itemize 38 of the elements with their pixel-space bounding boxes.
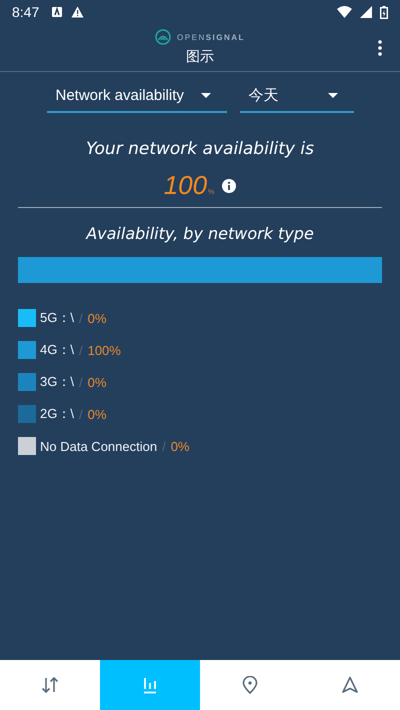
logo-text: OPENSIGNAL <box>177 32 245 42</box>
legend-label: 2G：\ <box>40 405 74 423</box>
legend-label: 5G：\ <box>40 309 74 327</box>
legend-label: 4G：\ <box>40 341 74 359</box>
wifi-icon <box>337 6 352 18</box>
bar-chart-icon <box>142 676 158 694</box>
navigation-arrow-icon <box>341 676 359 694</box>
legend-value: 0% <box>88 374 106 390</box>
info-icon[interactable] <box>222 179 236 193</box>
legend-label: No Data Connection <box>40 438 158 454</box>
legend-value: 100% <box>88 342 121 358</box>
notification-icon <box>51 6 64 18</box>
caret-icon <box>200 92 210 98</box>
status-time: 8:47 <box>12 4 40 20</box>
summary-heading: Your network availability is <box>85 139 315 159</box>
breakdown-heading: Availability, by network type <box>84 224 315 243</box>
battery-icon <box>380 6 388 18</box>
screen-title: 图示 <box>186 48 214 66</box>
warning-icon <box>71 6 84 18</box>
location-pin-icon <box>242 676 258 694</box>
separator: / <box>162 438 166 454</box>
more-icon[interactable] <box>378 40 382 56</box>
separator: / <box>78 342 83 358</box>
availability-value: 100 <box>164 171 208 199</box>
separator: / <box>78 374 83 390</box>
nav-tab[interactable] <box>100 660 200 710</box>
up-down-arrows-icon <box>41 676 59 694</box>
logo-icon <box>155 29 172 45</box>
legend-value: 0% <box>88 406 106 422</box>
dropdown[interactable]: 今天 <box>240 80 354 113</box>
legend-value: 0% <box>170 438 190 454</box>
dropdown[interactable]: Network availability <box>46 80 226 113</box>
legend-label: 3G：\ <box>40 373 74 391</box>
separator: / <box>78 406 83 422</box>
legend-value: 0% <box>88 310 106 326</box>
caret-icon <box>328 92 338 98</box>
separator: / <box>78 310 83 326</box>
signal-icon <box>360 6 372 18</box>
